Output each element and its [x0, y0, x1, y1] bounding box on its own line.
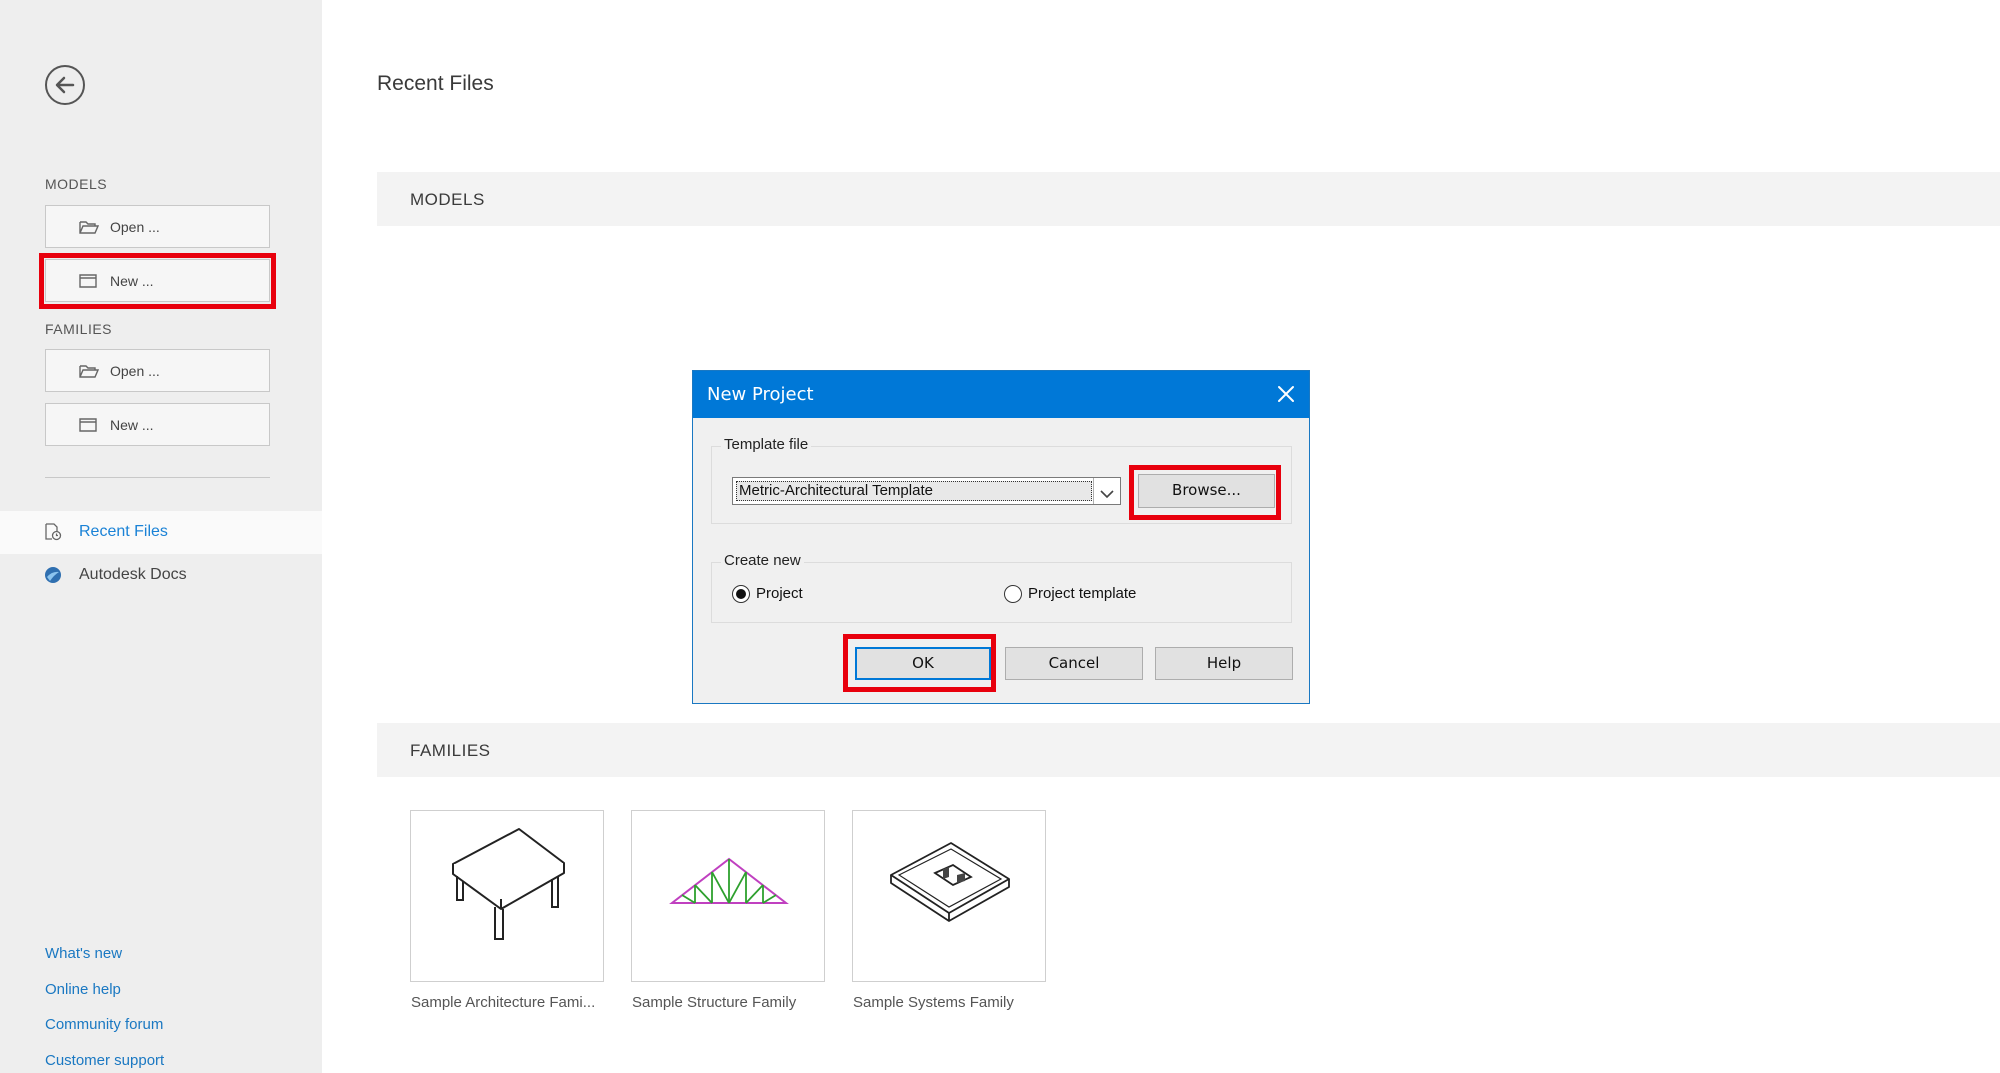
family-card-structure[interactable]	[631, 810, 825, 982]
back-button[interactable]	[45, 65, 85, 105]
nav-recent-files-label: Recent Files	[79, 523, 168, 540]
customer-support-link[interactable]: Customer support	[45, 1052, 164, 1069]
nav-item-recent-files[interactable]: Recent Files	[0, 511, 322, 554]
community-forum-link[interactable]: Community forum	[45, 1016, 163, 1033]
chevron-down-icon[interactable]	[1099, 486, 1115, 504]
family-card-systems[interactable]	[852, 810, 1046, 982]
help-button[interactable]: Help	[1155, 647, 1293, 680]
models-new-button[interactable]: New ...	[45, 259, 270, 302]
whats-new-link[interactable]: What's new	[45, 945, 122, 962]
page-title: Recent Files	[377, 72, 494, 95]
families-new-label: New ...	[110, 417, 154, 433]
radio-selected-dot	[736, 589, 746, 599]
radio-project-template-label[interactable]: Project template	[1028, 585, 1136, 602]
radio-project-label[interactable]: Project	[756, 585, 803, 602]
nav-autodesk-docs-label: Autodesk Docs	[79, 566, 187, 583]
new-family-icon	[79, 418, 97, 435]
sidebar-divider	[45, 477, 270, 478]
folder-open-icon	[79, 220, 100, 237]
browse-button[interactable]: Browse...	[1138, 474, 1275, 508]
roof-truss-icon	[632, 857, 826, 987]
radio-project-template[interactable]	[1004, 585, 1022, 603]
cancel-button[interactable]: Cancel	[1005, 647, 1143, 680]
models-open-label: Open ...	[110, 219, 160, 235]
dialog-title: New Project	[707, 384, 814, 405]
families-open-button[interactable]: Open ...	[45, 349, 270, 392]
families-heading: FAMILIES	[45, 321, 113, 337]
create-new-label: Create new	[721, 552, 804, 569]
models-open-button[interactable]: Open ...	[45, 205, 270, 248]
families-section-header: FAMILIES	[377, 723, 2000, 777]
families-new-button[interactable]: New ...	[45, 403, 270, 446]
nav-item-autodesk-docs[interactable]: Autodesk Docs	[0, 554, 322, 597]
radio-project[interactable]	[732, 585, 750, 603]
family-label-architecture[interactable]: Sample Architecture Fami...	[411, 994, 595, 1011]
duct-fitting-icon	[853, 842, 1047, 987]
models-new-label: New ...	[110, 273, 154, 289]
family-label-systems[interactable]: Sample Systems Family	[853, 994, 1014, 1011]
online-help-link[interactable]: Online help	[45, 981, 121, 998]
sidebar: MODELS Open ... New ... FAMILIES Open ..…	[0, 0, 322, 1073]
models-section-header: MODELS	[377, 172, 2000, 226]
new-model-icon	[79, 274, 97, 291]
ok-button[interactable]: OK	[855, 647, 991, 680]
family-label-structure[interactable]: Sample Structure Family	[632, 994, 796, 1011]
template-combo-value: Metric-Architectural Template	[736, 481, 1092, 501]
close-icon[interactable]	[1275, 383, 1297, 405]
template-file-label: Template file	[721, 436, 812, 453]
folder-open-icon	[79, 364, 100, 381]
dialog-title-bar[interactable]: New Project	[693, 371, 1309, 418]
combo-separator	[1093, 478, 1094, 504]
autodesk-docs-icon	[44, 566, 62, 589]
models-heading: MODELS	[45, 176, 108, 192]
table-furniture-icon	[411, 828, 605, 987]
families-section-label: FAMILIES	[410, 741, 491, 760]
template-combo[interactable]: Metric-Architectural Template	[732, 477, 1121, 505]
family-card-architecture[interactable]	[410, 810, 604, 982]
models-section-label: MODELS	[410, 190, 485, 209]
recent-files-icon	[44, 523, 62, 546]
families-open-label: Open ...	[110, 363, 160, 379]
